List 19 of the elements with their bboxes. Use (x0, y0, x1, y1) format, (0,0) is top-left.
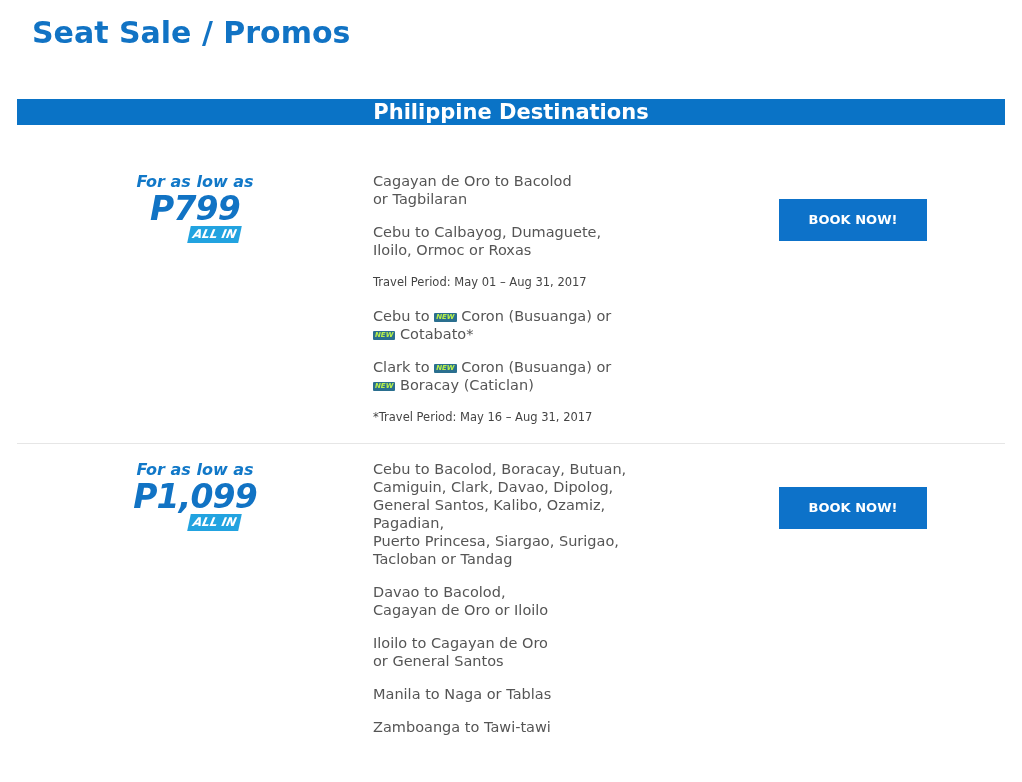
route-text: Davao to Bacolod, Cagayan de Oro or Iloilo (373, 582, 550, 619)
lead-text: For as low as (136, 459, 254, 480)
route-text: Cebu to Bacolod, Boracay, Butuan, Camiguin, Clark, Davao, Dipolog, General Santos, Kalibo, Ozamiz, Pagadian, Puerto Princesa, Siargao, Surigao, Tacloban or Tandag (373, 459, 628, 568)
page-title: Seat Sale / Promos (32, 14, 352, 52)
route-text: Iloilo to Cagayan de Oro or General Santos (373, 633, 549, 670)
lead-text: For as low as (136, 172, 254, 192)
section-banner: Philippine Destinations (17, 99, 1005, 125)
travel-period-note: Travel Period: May 01 – Aug 31, 2017 (373, 274, 588, 291)
price-text: P1,099 (133, 479, 257, 514)
route-text: Cagayan de Oro to Bacolod or Tagbilaran (373, 172, 573, 208)
book-now-button[interactable]: BOOK NOW! (779, 199, 927, 241)
route-text: Cebu to Calbayog, Dumaguete, Iloilo, Ormoc or Roxas (373, 223, 603, 259)
travel-period-note: *Travel Period: May 16 – Aug 31, 2017 (373, 409, 594, 427)
price-text: P799 (150, 192, 240, 226)
route-text: Zamboanga to Tawi-tawi (373, 717, 552, 736)
route-text: Manila to Naga or Tablas (373, 684, 553, 703)
book-now-button[interactable]: BOOK NOW! (779, 486, 927, 529)
all-in-badge: ALL IN (187, 513, 243, 531)
all-in-badge: ALL IN (187, 226, 243, 243)
